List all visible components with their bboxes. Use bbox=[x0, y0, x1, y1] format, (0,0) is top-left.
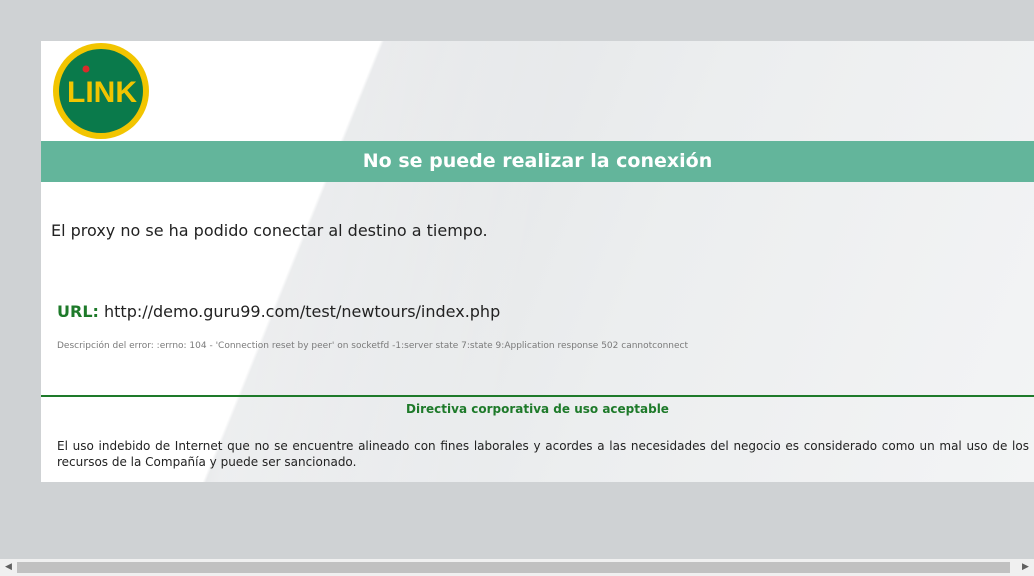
url-line: URL: http://demo.guru99.com/test/newtour… bbox=[57, 302, 500, 321]
scrollbar-thumb[interactable] bbox=[17, 562, 1010, 573]
error-description: Descripción del error: :errno: 104 - 'Co… bbox=[57, 341, 689, 351]
url-label: URL: bbox=[57, 302, 99, 321]
logo-text: LINK bbox=[67, 76, 137, 109]
scroll-left-arrow-icon[interactable]: ◀ bbox=[0, 559, 17, 576]
page-title: No se puede realizar la conexión bbox=[41, 141, 1034, 182]
horizontal-scrollbar[interactable]: ◀ ▶ bbox=[0, 559, 1034, 576]
policy-text: El uso indebido de Internet que no se en… bbox=[57, 439, 1029, 469]
policy-title: Directiva corporativa de uso aceptable bbox=[406, 402, 669, 416]
error-page-card: LINK No se puede realizar la conexión El… bbox=[41, 41, 1034, 482]
scroll-right-arrow-icon[interactable]: ▶ bbox=[1017, 559, 1034, 576]
url-value: http://demo.guru99.com/test/newtours/ind… bbox=[104, 302, 501, 321]
logo-dot bbox=[82, 65, 90, 73]
link-logo: LINK bbox=[53, 43, 149, 139]
policy-divider bbox=[41, 395, 1034, 397]
error-message: El proxy no se ha podido conectar al des… bbox=[51, 221, 488, 240]
